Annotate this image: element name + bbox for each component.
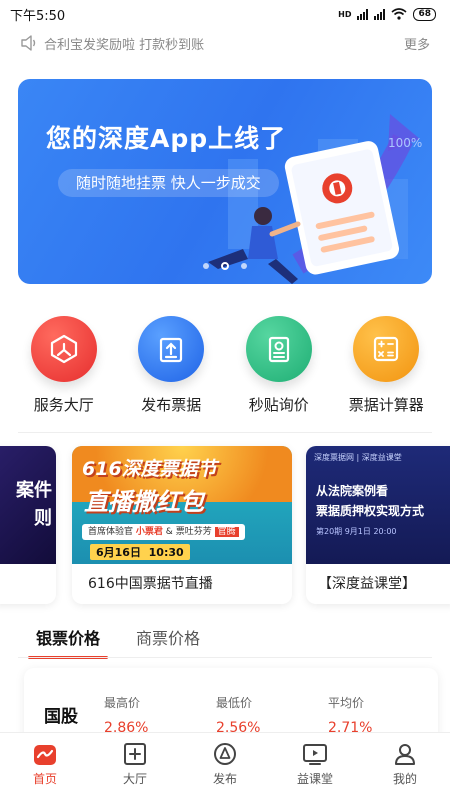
signal2-icon (374, 8, 386, 20)
nav-label: 我的 (392, 772, 417, 786)
nav-label: 大厅 (122, 772, 147, 786)
notice-bar[interactable]: 合利宝发奖励啦 打款秒到账 更多 (0, 28, 450, 58)
nav-profile[interactable]: 我的 (365, 741, 445, 800)
status-icons: HD 68 (338, 7, 436, 21)
status-bar: 下午5:50 HD 68 (0, 0, 450, 28)
nav-hall[interactable]: 大厅 (95, 741, 175, 800)
banner-dot[interactable] (203, 263, 209, 269)
speaker-icon (21, 35, 36, 51)
price-bank-type: 国股 (44, 707, 78, 727)
banner-badge: 100% (388, 136, 422, 150)
partial-card-line2: 则 (34, 508, 52, 529)
event-card-image: 616深度票据节 直播撒红包 首席体验官 小票君 & 票吐芬芳 官腾 6月16日… (72, 446, 292, 564)
entry-label: 发布票据 (141, 396, 202, 414)
course-card-line2: 票据质押权实现方式 (316, 504, 425, 518)
nav-label: 益课堂 (296, 772, 333, 786)
nav-label: 首页 (32, 772, 57, 786)
event-card-partial[interactable]: 案件 则 (0, 446, 56, 604)
publish-icon (138, 316, 205, 382)
signal-icon (357, 8, 369, 20)
event-card-image: 案件 则 (0, 446, 56, 564)
promo-banner[interactable]: 100% 您的深度App上线了 随时随地挂票 快人一步成交 (18, 79, 432, 284)
nav-label: 发布 (212, 772, 237, 786)
nav-home[interactable]: 首页 (5, 741, 85, 800)
live-card-guests: 首席体验官 小票君 & 票吐芬芳 官腾 (82, 524, 245, 540)
section-divider (18, 432, 432, 433)
event-card-title: 616中国票据节直播 (88, 576, 213, 592)
live-card-headline: 616深度票据节 (82, 458, 217, 480)
event-card-title: 【深度益课堂】 (318, 576, 416, 592)
battery-icon: 68 (413, 7, 436, 21)
tab-divider (18, 657, 432, 658)
banner-title: 您的深度App上线了 (46, 124, 287, 153)
network-type: HD (338, 9, 352, 19)
hall-nav-icon (124, 743, 146, 765)
entry-label: 票据计算器 (348, 396, 424, 414)
banner-pagination (18, 262, 432, 270)
avg-price-label: 平均价 (328, 696, 365, 710)
nav-publish[interactable]: 发布 (185, 741, 265, 800)
course-card-meta: 第20期 9月1日 20:00 (316, 527, 397, 536)
event-card-image: 深度票据网 | 深度益课堂 从法院案例看 票据质押权实现方式 第20期 9月1日… (306, 446, 450, 564)
event-card-live[interactable]: 616深度票据节 直播撒红包 首席体验官 小票君 & 票吐芬芳 官腾 6月16日… (72, 446, 292, 604)
banner-subtitle: 随时随地挂票 快人一步成交 (58, 169, 279, 197)
home-icon (34, 745, 56, 765)
home-screen: 下午5:50 HD 68 合利宝发奖励啦 打款秒到账 更多 100% 您的深度A… (0, 0, 450, 800)
bottom-nav: 首页 大厅 发布 益课堂 我的 (0, 732, 450, 800)
partial-card-line1: 案件 (16, 480, 52, 501)
entry-service-hall[interactable]: 服务大厅 (14, 316, 114, 415)
nav-classroom[interactable]: 益课堂 (275, 741, 355, 800)
publish-nav-icon (214, 743, 236, 765)
profile-icon (395, 744, 415, 765)
notice-text: 合利宝发奖励啦 打款秒到账 (44, 37, 205, 53)
live-card-subheadline: 直播撒红包 (84, 488, 204, 516)
entry-label: 服务大厅 (33, 396, 94, 414)
course-card-brands: 深度票据网 | 深度益课堂 (314, 453, 402, 462)
entry-inquiry[interactable]: 秒贴询价 (229, 316, 329, 415)
event-card-course[interactable]: 深度票据网 | 深度益课堂 从法院案例看 票据质押权实现方式 第20期 9月1日… (306, 446, 450, 604)
inquiry-icon (245, 316, 312, 382)
live-card-datetime: 6月16日 10:30 (90, 544, 190, 560)
tab-bank-bill-price[interactable]: 银票价格 (27, 625, 109, 659)
tab-commercial-bill-price[interactable]: 商票价格 (136, 625, 200, 649)
wifi-icon (391, 8, 407, 20)
entry-publish-bill[interactable]: 发布票据 (121, 316, 221, 415)
banner-dot-active[interactable] (221, 262, 229, 270)
low-price-label: 最低价 (216, 696, 253, 710)
event-carousel: 案件 则 616深度票据节 直播撒红包 首席体验官 小票君 & 票吐芬芳 官腾 … (0, 446, 450, 606)
entry-label: 秒贴询价 (248, 396, 309, 414)
price-tabs: 银票价格 商票价格 (27, 625, 200, 659)
quick-entries: 服务大厅 发布票据 秒贴询价 票据计算器 (0, 316, 450, 415)
classroom-icon (303, 744, 327, 765)
hall-icon (30, 316, 97, 382)
banner-dot[interactable] (241, 263, 247, 269)
entry-calculator[interactable]: 票据计算器 (336, 316, 436, 415)
course-card-line1: 从法院案例看 (316, 484, 389, 498)
calculator-icon (353, 316, 420, 382)
high-price-label: 最高价 (104, 696, 141, 710)
status-time: 下午5:50 (10, 8, 66, 24)
notice-more-link[interactable]: 更多 (404, 34, 430, 53)
